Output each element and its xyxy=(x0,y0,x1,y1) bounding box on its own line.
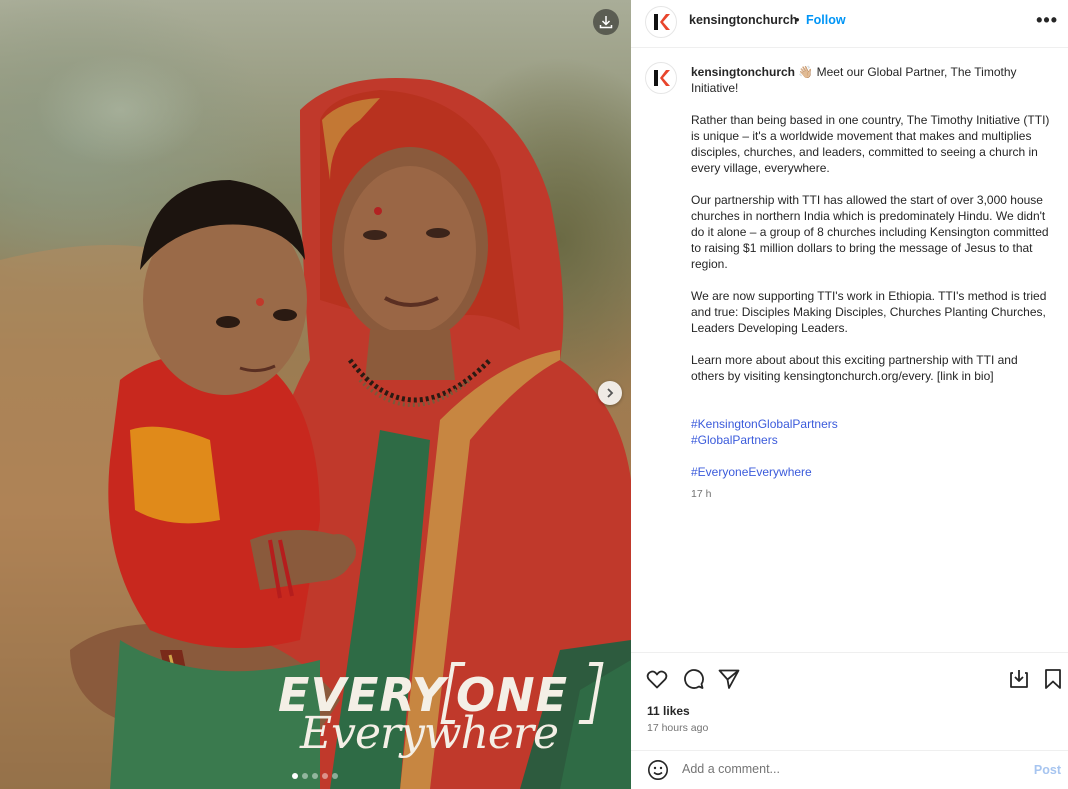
carousel-indicator xyxy=(292,773,338,779)
carousel-dot xyxy=(332,773,338,779)
caption-avatar[interactable] xyxy=(645,62,677,94)
caption-paragraph: Learn more about about this exciting par… xyxy=(691,353,1018,383)
carousel-dot xyxy=(302,773,308,779)
emoji-icon[interactable] xyxy=(647,759,669,781)
caption-timestamp: 17 h xyxy=(691,488,712,500)
caption-paragraph: Our partnership with TTI has allowed the… xyxy=(691,193,1049,271)
hashtag-link[interactable]: #KensingtonGlobalPartners xyxy=(691,417,838,431)
carousel-dot xyxy=(322,773,328,779)
post-panel: kensingtonchurch • Follow ••• kensington… xyxy=(631,0,1068,789)
caption-text: kensingtonchurch 👋🏼 Meet our Global Part… xyxy=(691,64,1053,502)
chevron-right-icon xyxy=(607,388,614,398)
comment-input[interactable] xyxy=(682,762,982,776)
follow-button[interactable]: Follow xyxy=(806,13,846,27)
caption-paragraph: Rather than being based in one country, … xyxy=(691,113,1050,175)
likes-count[interactable]: 11 likes xyxy=(647,704,690,718)
download-button[interactable] xyxy=(593,9,619,35)
header-username[interactable]: kensingtonchurch xyxy=(689,13,797,27)
carousel-next-button[interactable] xyxy=(598,381,622,405)
download-icon xyxy=(599,16,613,29)
share-icon[interactable] xyxy=(717,667,741,691)
comment-bar: Post xyxy=(631,750,1068,789)
heart-icon[interactable] xyxy=(645,667,669,691)
caption-area: kensingtonchurch 👋🏼 Meet our Global Part… xyxy=(631,48,1068,652)
avatar[interactable] xyxy=(645,6,677,38)
overlay-script-everywhere: Everywhere xyxy=(300,708,559,759)
post-comment-button[interactable]: Post xyxy=(1034,763,1061,777)
action-bar: 11 likes 17 hours ago xyxy=(631,652,1068,750)
caption-paragraph: We are now supporting TTI's work in Ethi… xyxy=(691,289,1047,335)
save-to-collection-icon[interactable] xyxy=(1007,667,1031,691)
hashtags: #KensingtonGlobalPartners #GlobalPartner… xyxy=(691,400,1053,480)
overlay-bracket-right xyxy=(578,662,604,724)
post-timestamp: 17 hours ago xyxy=(647,722,709,734)
carousel-dot xyxy=(312,773,318,779)
post-image[interactable]: EVERY ONE Everywhere xyxy=(0,0,631,789)
kensington-logo-icon xyxy=(654,70,670,86)
hashtag-link[interactable]: #GlobalPartners xyxy=(691,433,778,447)
comment-icon[interactable] xyxy=(681,667,705,691)
kensington-logo-icon xyxy=(654,14,670,30)
header-separator: • xyxy=(795,12,800,27)
bookmark-icon[interactable] xyxy=(1041,667,1065,691)
caption-username[interactable]: kensingtonchurch xyxy=(691,65,795,79)
more-options-button[interactable]: ••• xyxy=(1036,10,1058,31)
overlay-title: EVERY ONE Everywhere xyxy=(272,662,612,778)
carousel-dot xyxy=(292,773,298,779)
hashtag-link[interactable]: #EveryoneEverywhere xyxy=(691,465,812,479)
post-header: kensingtonchurch • Follow ••• xyxy=(631,0,1068,48)
